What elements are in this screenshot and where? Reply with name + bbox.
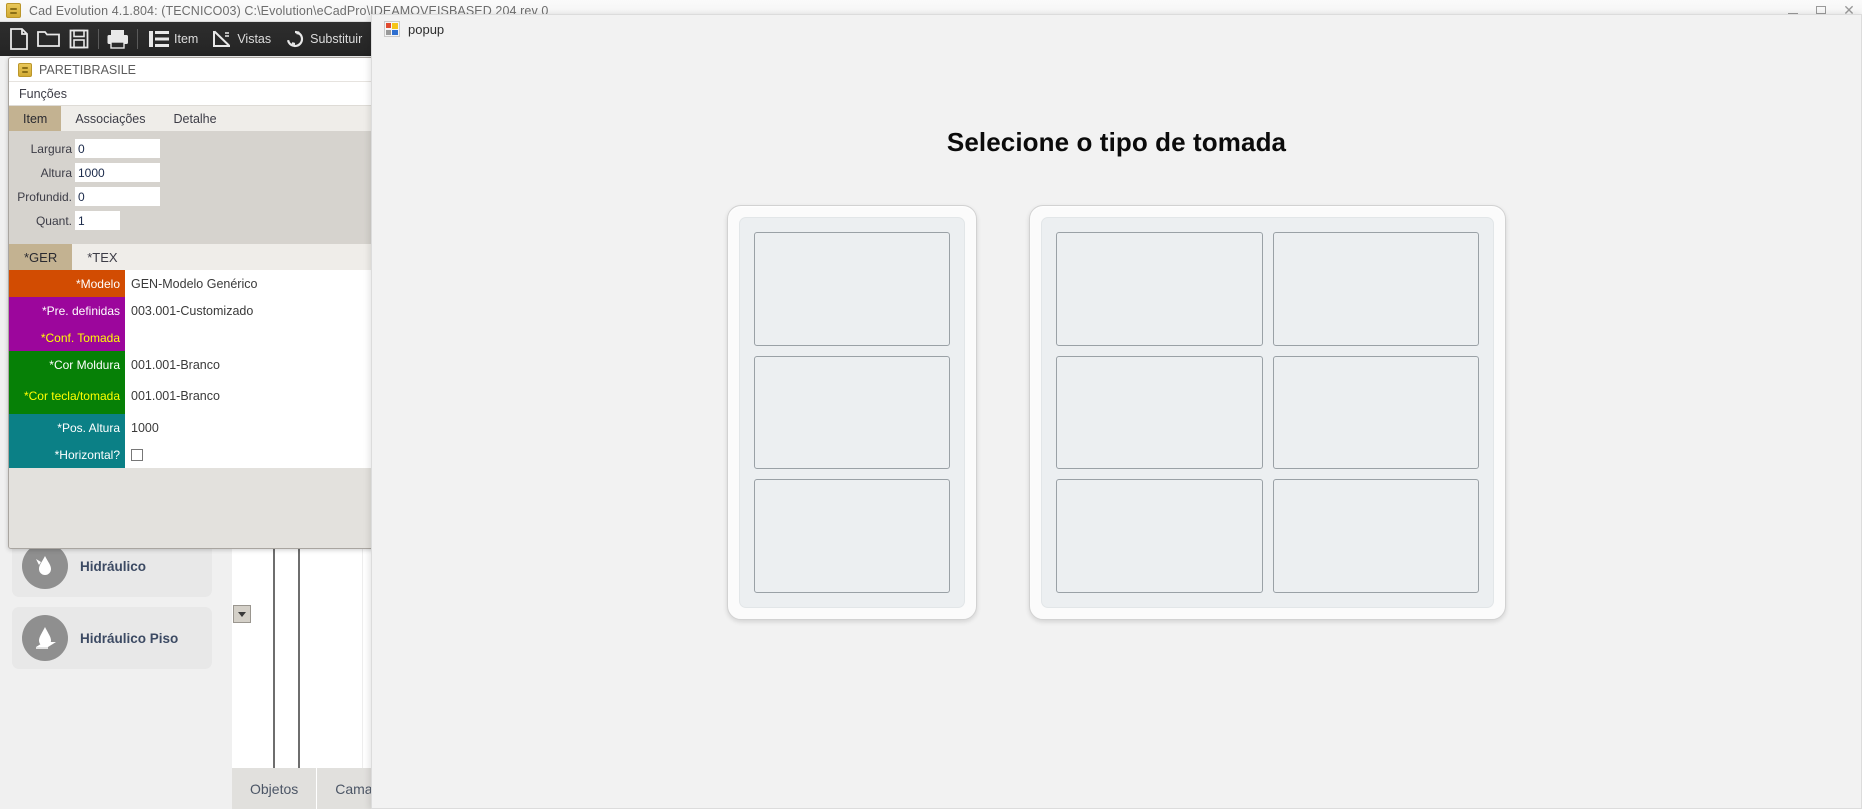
toolbar-item-substituir[interactable]: Substituir xyxy=(278,24,369,54)
tab-associacoes[interactable]: Associações xyxy=(61,106,159,131)
subtab-tex[interactable]: *TEX xyxy=(72,244,132,270)
property-key-cor-tecla-tomada: *Cor tecla/tomada xyxy=(9,378,125,414)
popup-body: Selecione o tipo de tomada xyxy=(372,43,1861,809)
plate-option-single-column[interactable] xyxy=(727,205,977,620)
sidebar-item-hidraulico-piso[interactable]: Hidráulico Piso xyxy=(12,607,212,669)
sidebar-item-label: Hidráulico Piso xyxy=(80,630,179,646)
tab-detalhe[interactable]: Detalhe xyxy=(160,106,231,131)
popup-heading: Selecione o tipo de tomada xyxy=(946,127,1287,157)
bottom-tabs: Objetos Cama xyxy=(232,768,392,809)
water-drop-icon xyxy=(22,543,68,589)
field-label: Quant. xyxy=(35,213,72,228)
plate-module[interactable] xyxy=(1056,232,1263,346)
field-label: Profundid. xyxy=(17,189,72,204)
largura-input[interactable]: 0 xyxy=(75,139,160,158)
plate-inner-face xyxy=(1041,217,1494,608)
water-drop-floor-icon xyxy=(22,615,68,661)
save-disk-icon[interactable] xyxy=(64,24,94,54)
plate-options xyxy=(372,205,1861,620)
scroll-down-icon xyxy=(238,611,246,617)
quantidade-input[interactable]: 1 xyxy=(75,211,120,230)
sidebar-item-label: Hidráulico xyxy=(80,558,147,574)
toolbar-item-vistas[interactable]: Vistas xyxy=(205,24,278,54)
toolbar-divider xyxy=(137,29,138,49)
popup-title-text: popup xyxy=(408,21,445,37)
toolbar-item-label: Item xyxy=(174,32,199,46)
toolbar-item-item[interactable]: Item xyxy=(142,24,205,54)
plate-module[interactable] xyxy=(1272,232,1479,346)
property-key-pre-definidas: *Pre. definidas xyxy=(9,297,125,324)
property-key-horizontal: *Horizontal? xyxy=(9,441,125,468)
panel-title: PARETIBRASILE xyxy=(39,62,137,77)
open-folder-icon[interactable] xyxy=(34,24,64,54)
field-label: Altura xyxy=(40,165,72,180)
scroll-down-button[interactable] xyxy=(233,605,251,623)
panel-icon xyxy=(18,62,32,77)
print-icon[interactable] xyxy=(103,24,133,54)
vb-form-icon xyxy=(384,21,400,37)
property-key-modelo: *Modelo xyxy=(9,270,125,297)
plate-module[interactable] xyxy=(754,479,950,593)
toolbar-item-label: Substituir xyxy=(310,32,363,46)
plate-module[interactable] xyxy=(1056,355,1263,470)
popup-window: popup Selecione o tipo de tomada xyxy=(371,14,1862,809)
plate-module[interactable] xyxy=(1272,355,1479,470)
tab-objetos[interactable]: Objetos xyxy=(232,768,318,809)
property-key-pos-altura: *Pos. Altura xyxy=(9,414,125,441)
plate-inner-face xyxy=(739,217,965,608)
profundidade-input[interactable]: 0 xyxy=(75,187,160,206)
subtab-ger[interactable]: *GER xyxy=(9,244,73,270)
plate-module[interactable] xyxy=(754,355,950,470)
screen-root: Cad Evolution 4.1.804: (TECNICO03) C:\Ev… xyxy=(0,0,1862,809)
cad-app-icon xyxy=(6,3,21,18)
plate-module[interactable] xyxy=(1056,479,1263,593)
field-label: Largura xyxy=(30,141,72,156)
altura-input[interactable]: 1000 xyxy=(75,163,160,182)
new-document-icon[interactable] xyxy=(4,24,34,54)
plate-module[interactable] xyxy=(754,232,950,346)
popup-titlebar: popup xyxy=(372,15,1861,43)
property-key-cor-moldura: *Cor Moldura xyxy=(9,351,125,378)
horizontal-checkbox[interactable] xyxy=(131,448,143,461)
property-key-conf-tomada: *Conf. Tomada xyxy=(9,324,125,351)
plate-module[interactable] xyxy=(1272,479,1479,593)
tab-item[interactable]: Item xyxy=(9,106,62,131)
toolbar-item-label: Vistas xyxy=(237,32,272,46)
toolbar-divider xyxy=(98,29,99,49)
plate-option-double-column[interactable] xyxy=(1029,205,1506,620)
